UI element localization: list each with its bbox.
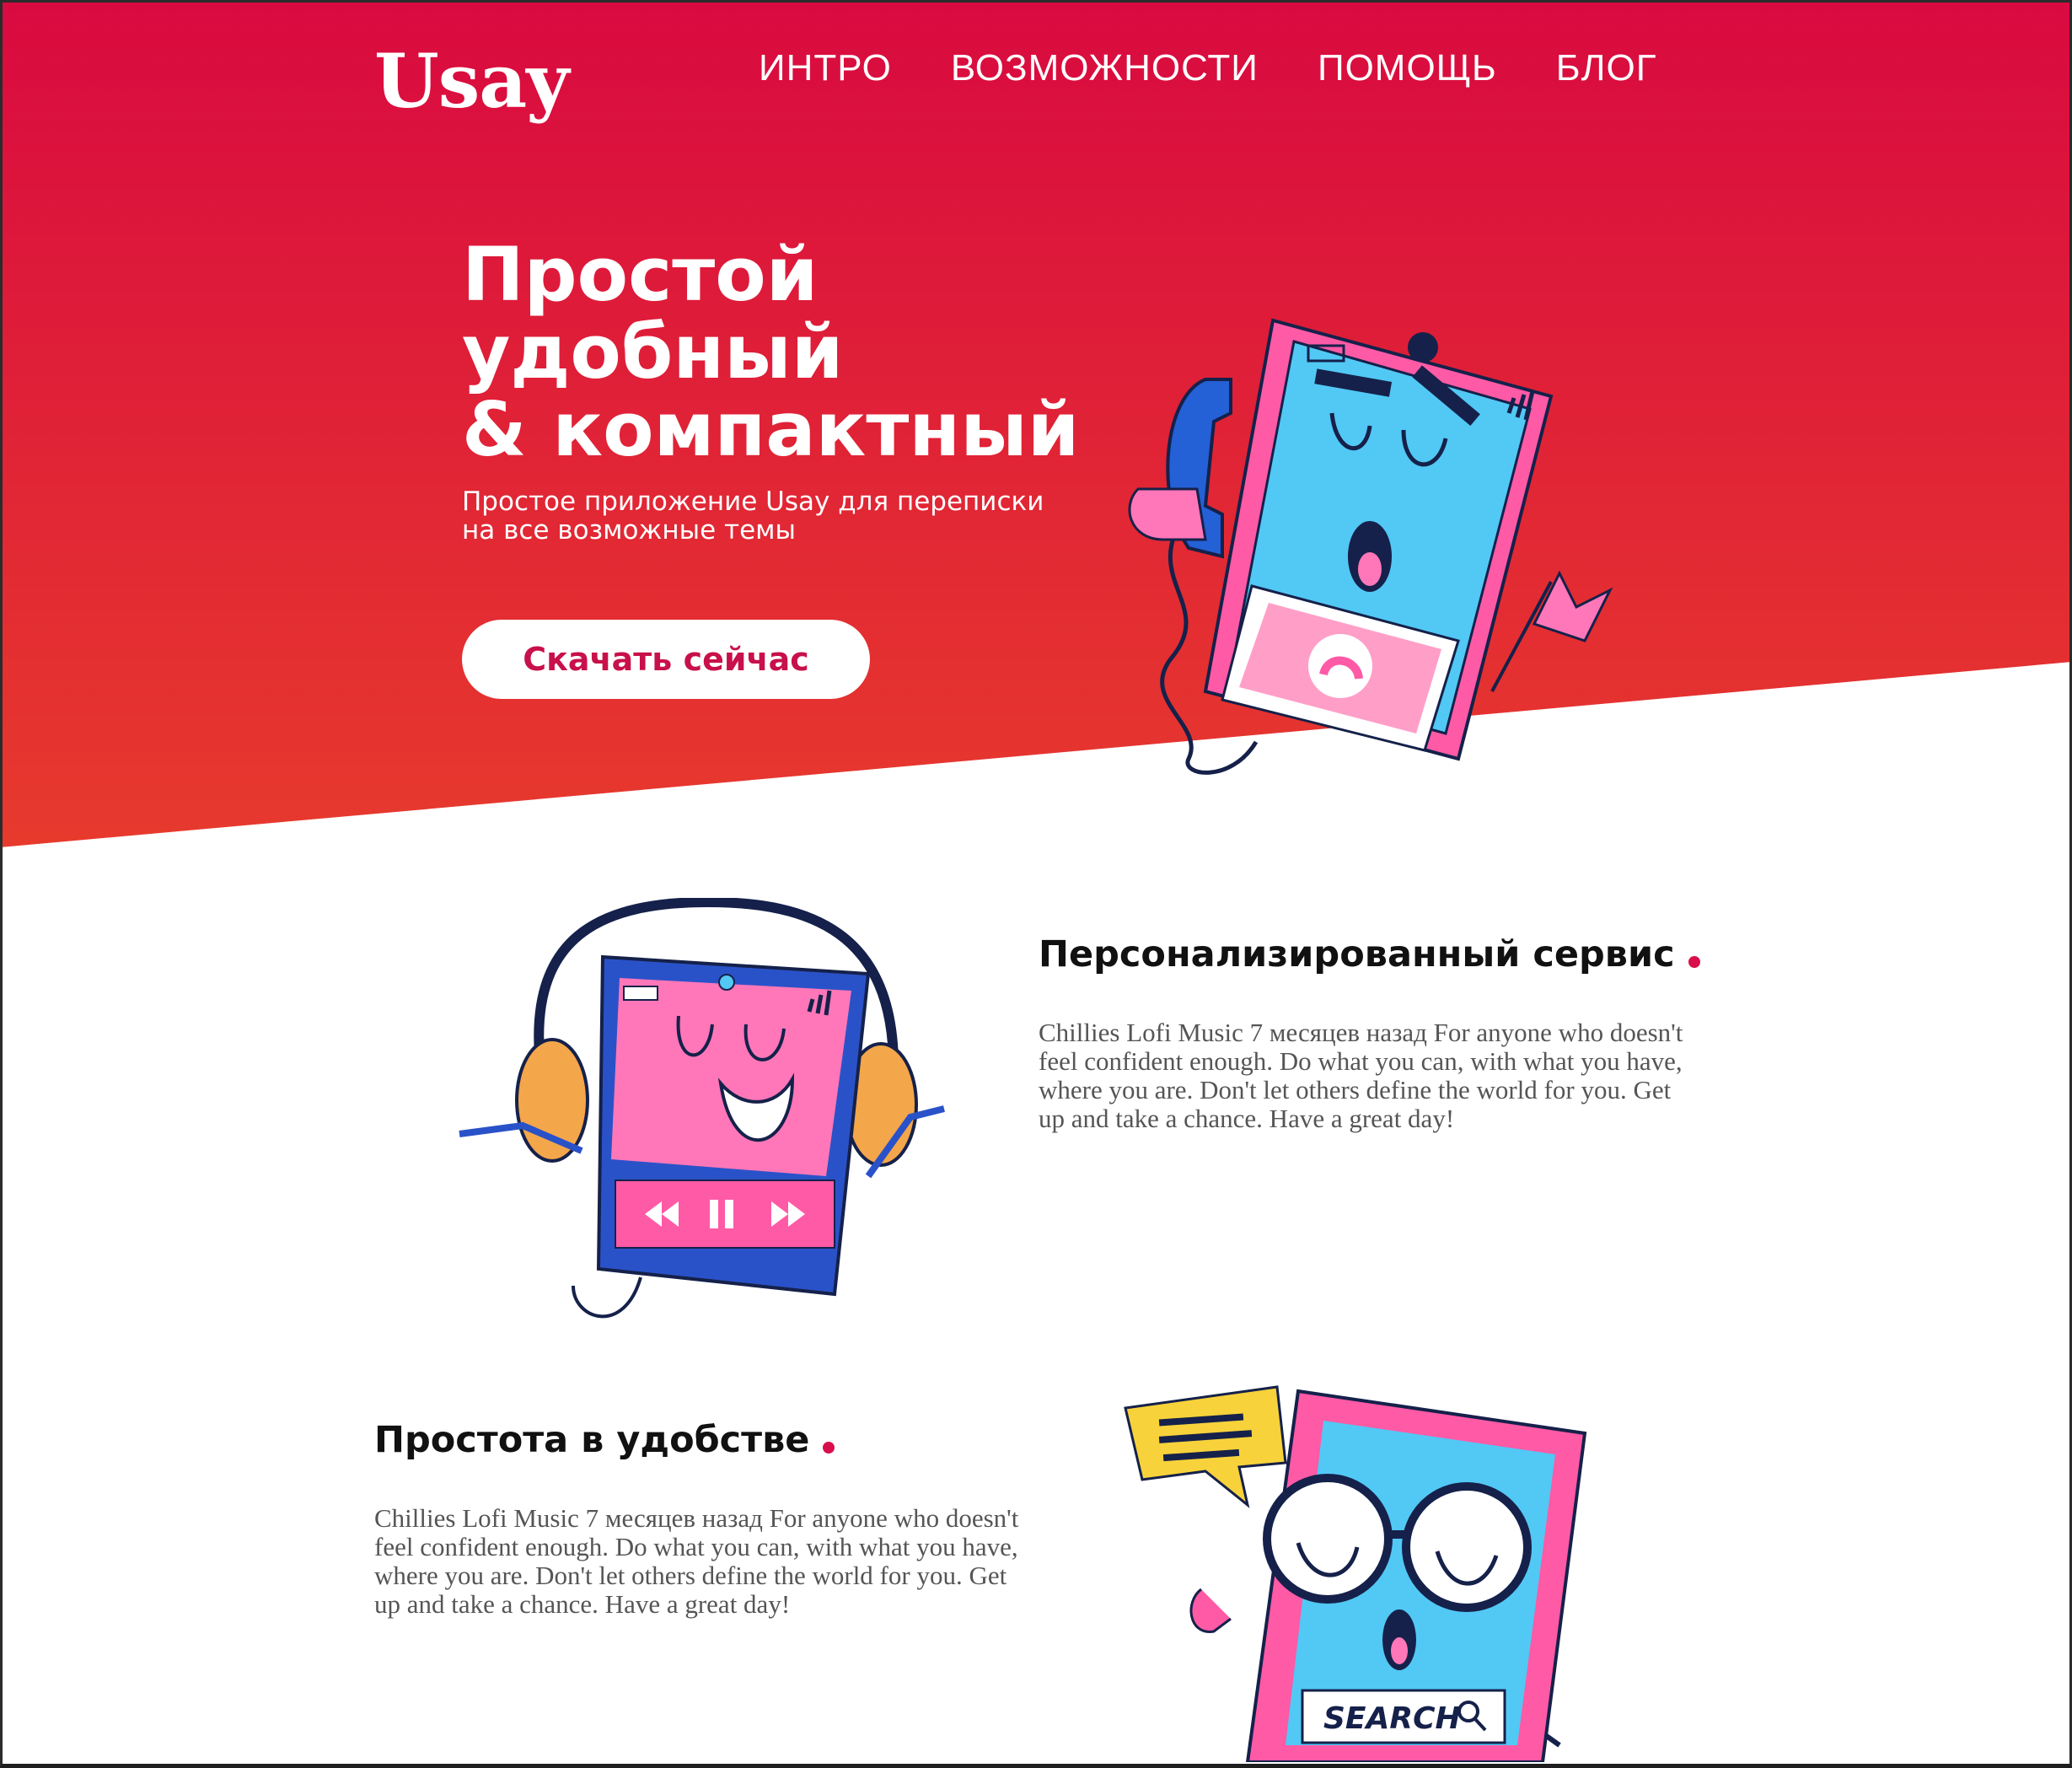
download-button[interactable]: Скачать сейчас <box>462 620 870 699</box>
hero-title-line: удобный <box>462 309 844 395</box>
feature-title: Персонализированный сервис <box>1039 933 1700 975</box>
accent-dot <box>1688 956 1700 968</box>
search-label: SEARCH <box>1323 1701 1461 1736</box>
feature-title: Простота в удобстве <box>374 1419 835 1461</box>
hero-subtitle-line: на все возможные темы <box>462 515 797 545</box>
phone-search-illustration: SEARCH <box>1124 1385 1587 1762</box>
accent-dot <box>823 1442 835 1454</box>
logo[interactable]: Usay <box>374 37 569 125</box>
phone-headphones-illustration <box>459 898 945 1319</box>
feature-title-text: Персонализированный сервис <box>1039 933 1675 975</box>
feature-description: Chillies Lofi Music 7 месяцев назад For … <box>374 1503 1019 1619</box>
nav-features[interactable]: ВОЗМОЖНОСТИ <box>951 47 1259 89</box>
nav-blog[interactable]: БЛОГ <box>1556 47 1657 89</box>
phone-calling-illustration <box>1128 318 1613 775</box>
hero-title-line: Простой <box>462 231 819 318</box>
main-nav: ИНТРО ВОЗМОЖНОСТИ ПОМОЩЬ БЛОГ <box>759 47 1657 89</box>
feature-title-text: Простота в удобстве <box>374 1419 810 1461</box>
nav-help[interactable]: ПОМОЩЬ <box>1318 47 1497 89</box>
hero-subtitle: Простое приложение Usay для переписки на… <box>462 487 1119 545</box>
hero-subtitle-line: Простое приложение Usay для переписки <box>462 486 1044 517</box>
hero-title-line: & компактный <box>462 386 1080 473</box>
nav-intro[interactable]: ИНТРО <box>759 47 892 89</box>
feature-description: Chillies Lofi Music 7 месяцев назад For … <box>1039 1018 1683 1133</box>
hero-title: Простой удобный & компактный <box>462 236 1079 469</box>
